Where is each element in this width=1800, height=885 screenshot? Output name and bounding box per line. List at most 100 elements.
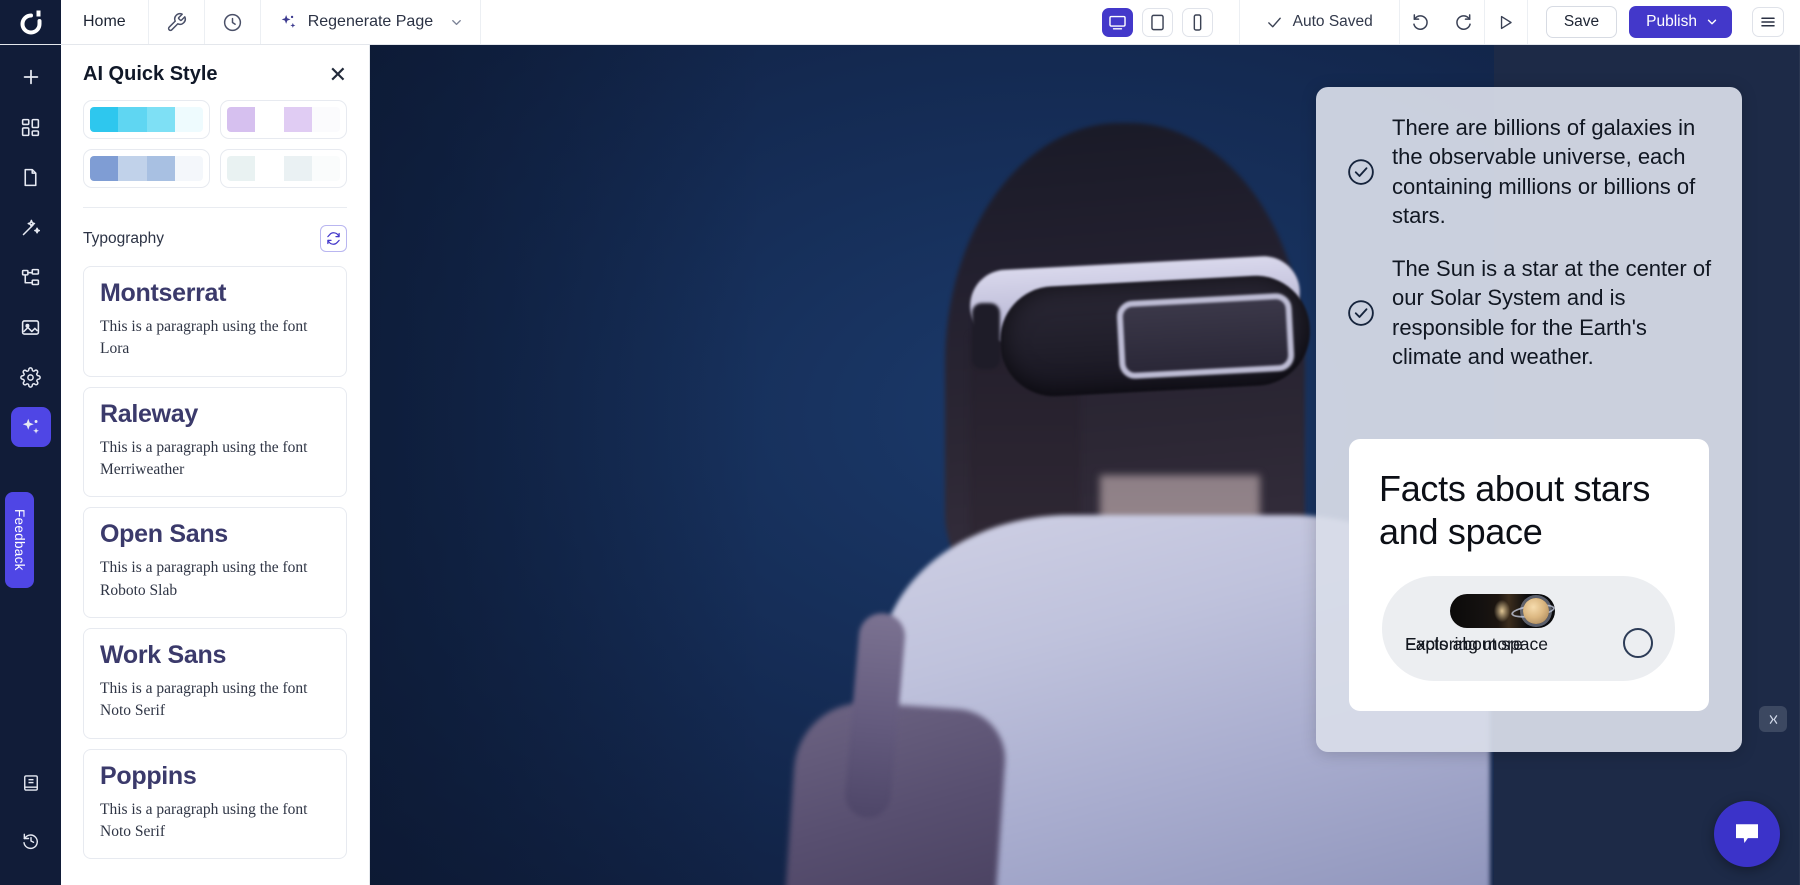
panel-header: AI Quick Style ✕ [61, 45, 369, 100]
sidebar-item-add[interactable] [11, 57, 51, 97]
image-icon [21, 319, 40, 335]
saturn-planet-thumbnail [1450, 594, 1555, 628]
palette-option[interactable] [220, 100, 347, 139]
nav-home[interactable]: Home [61, 0, 149, 44]
inner-card-pill[interactable]: Facts about space Exploring more [1382, 576, 1675, 681]
book-icon [23, 775, 38, 791]
font-option-card[interactable]: Montserrat This is a paragraph using the… [83, 266, 347, 377]
sidebar-item-pages[interactable] [11, 157, 51, 197]
play-icon [1501, 15, 1513, 29]
sidebar-item-blocks[interactable] [11, 107, 51, 147]
fact-text: The Sun is a star at the center of our S… [1392, 256, 1712, 369]
redo-icon [1456, 14, 1471, 30]
blocks-grid-icon [21, 118, 40, 136]
palette-option[interactable] [83, 149, 210, 188]
brand-logo[interactable] [0, 0, 61, 44]
font-sample-text: This is a paragraph using the font Noto … [100, 679, 308, 720]
overlapping-label-stack: Facts about space Exploring more [1405, 634, 1620, 660]
font-sample-text: This is a paragraph using the font Merri… [100, 438, 308, 478]
inner-feature-card[interactable]: Facts about stars and space Facts about … [1349, 439, 1709, 711]
hamburger-icon [1761, 17, 1775, 27]
typography-header: Typography [83, 208, 347, 266]
save-button[interactable]: Save [1545, 6, 1618, 38]
facts-section-card[interactable]: There are billions of galaxies in the ob… [1316, 87, 1742, 752]
chevron-down-icon [452, 19, 461, 25]
panel-scroll-area[interactable]: Typography Montserrat This is a paragrap… [61, 100, 369, 885]
wrench-icon [167, 12, 186, 31]
sparkles-icon [281, 14, 296, 28]
autosave-status: Auto Saved [1238, 0, 1399, 44]
preview-button[interactable] [1485, 0, 1527, 44]
planet-body [1523, 598, 1549, 624]
sidebar-item-settings[interactable] [11, 357, 51, 397]
viewport-mobile-button[interactable] [1181, 7, 1213, 37]
empty-circle-icon[interactable] [1623, 628, 1653, 658]
regenerate-page-button[interactable]: Regenerate Page [261, 0, 482, 44]
thumbnail-glow [1494, 600, 1510, 622]
inner-card-title: Facts about stars and space [1379, 468, 1651, 553]
font-option-card[interactable]: Poppins This is a paragraph using the fo… [83, 748, 347, 860]
overlap-label-b: Exploring more [1405, 634, 1523, 654]
regenerate-page-label: Regenerate Page [307, 13, 434, 30]
sidebar-item-ai-quick-style[interactable] [10, 407, 51, 447]
publish-label: Publish [1646, 13, 1697, 30]
panel-title: AI Quick Style [83, 63, 218, 85]
chevron-down-icon [1707, 19, 1717, 25]
rail-bottom-group [0, 763, 61, 871]
typography-refresh-button[interactable] [320, 225, 347, 252]
history-button-group [1398, 0, 1484, 44]
panel-collapse-handle[interactable] [1759, 706, 1787, 732]
palette-grid [83, 100, 347, 188]
tools-button[interactable] [149, 0, 205, 44]
chat-support-button[interactable] [1714, 801, 1780, 867]
nav-home-label: Home [83, 13, 126, 30]
undo-button[interactable] [1400, 0, 1442, 44]
collapse-horizontal-icon [1769, 714, 1777, 724]
sidebar-item-sitemap[interactable] [11, 257, 51, 297]
fact-text: There are billions of galaxies in the ob… [1392, 115, 1696, 228]
sidebar-item-docs[interactable] [11, 763, 51, 803]
history-restore-icon [22, 833, 38, 850]
sidebar-item-design[interactable] [11, 207, 51, 247]
font-option-card[interactable]: Raleway This is a paragraph using the fo… [83, 386, 347, 498]
app-body: Feedback AI Quick Style ✕ Typography Mon… [0, 45, 1800, 885]
magic-wand-icon [22, 219, 41, 235]
left-rail: Feedback [0, 45, 61, 885]
sparkles-icon [22, 418, 39, 434]
font-sample-text: This is a paragraph using the font Noto … [100, 800, 308, 840]
version-history-button[interactable] [205, 0, 261, 44]
feedback-tab[interactable]: Feedback [5, 492, 34, 588]
plus-icon [23, 69, 38, 85]
palette-option[interactable] [220, 149, 347, 188]
sidebar-item-restore[interactable] [11, 821, 51, 861]
font-heading-name: Montserrat [100, 279, 227, 307]
font-heading-name: Open Sans [100, 520, 228, 549]
app-root: Home Regenerate Page Auto Saved Save Pub… [0, 0, 1800, 885]
publish-actions: Save Publish [1528, 0, 1800, 44]
viewport-tablet-button[interactable] [1141, 7, 1173, 37]
redo-button[interactable] [1442, 0, 1484, 44]
palette-option[interactable] [83, 100, 210, 139]
check-circle-icon [1348, 299, 1374, 326]
chat-bubble-icon [1736, 824, 1758, 843]
typography-label: Typography [83, 229, 164, 247]
sidebar-item-media[interactable] [11, 307, 51, 347]
page-icon [24, 168, 37, 186]
page-canvas[interactable]: There are billions of galaxies in the ob… [370, 45, 1800, 885]
viewport-desktop-button[interactable] [1101, 7, 1133, 37]
font-sample-text: This is a paragraph using the font Robot… [100, 559, 308, 599]
gear-icon [20, 366, 41, 388]
font-option-card[interactable]: Work Sans This is a paragraph using the … [83, 627, 347, 739]
publish-button[interactable]: Publish [1629, 6, 1732, 38]
panel-close-button[interactable]: ✕ [329, 63, 347, 86]
desktop-icon [1108, 15, 1126, 30]
ai-quick-style-panel: AI Quick Style ✕ Typography Montserrat T… [61, 45, 370, 885]
font-option-card[interactable]: Open Sans This is a paragraph using the … [83, 507, 347, 618]
d-logo-icon [20, 10, 41, 35]
viewport-toggle-group [1076, 0, 1239, 44]
check-icon [1267, 17, 1281, 27]
app-menu-button[interactable] [1752, 7, 1784, 37]
preview-button-group [1483, 0, 1528, 44]
fact-list-item: There are billions of galaxies in the ob… [1346, 113, 1712, 230]
